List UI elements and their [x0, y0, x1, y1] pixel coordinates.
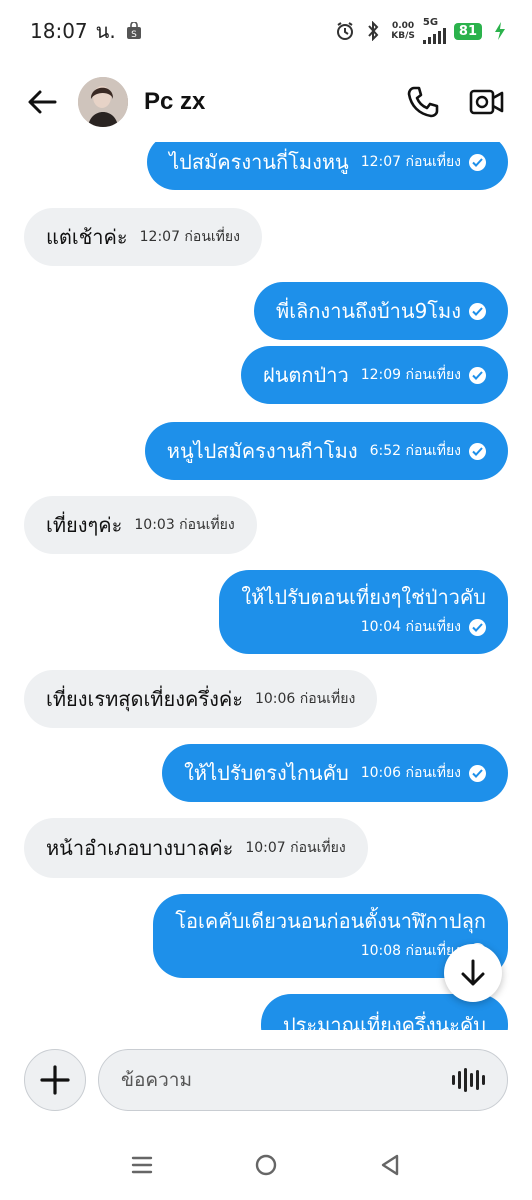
voice-call-button[interactable] [400, 79, 446, 125]
message-text: พี่เลิกงานถึงบ้าน9โมง [276, 299, 461, 323]
video-camera-icon [469, 89, 504, 115]
status-time-suffix: น. [95, 19, 116, 43]
add-attachment-button[interactable] [24, 1049, 86, 1111]
message-incoming[interactable]: เที่ยงเรทสุดเที่ยงครึ่งค่ะ 10:06 ก่อนเที… [24, 670, 378, 728]
signal-strength-icon [422, 28, 446, 44]
status-bar: 18:07 น. S 0.00 KB/S 5G 81 [0, 0, 532, 62]
read-check-icon [469, 442, 486, 460]
arrow-left-icon [28, 90, 57, 114]
message-incoming[interactable]: หน้าอำเภอบางบาลค่ะ 10:07 ก่อนเที่ยง [24, 818, 368, 878]
read-check-icon [469, 764, 486, 782]
message-time: 10:07 ก่อนเที่ยง [245, 840, 346, 856]
status-right: 0.00 KB/S 5G 81 [335, 18, 510, 44]
message-time: 10:04 ก่อนเที่ยง [360, 619, 461, 635]
message-outgoing[interactable]: ไปสมัครงานกี่โมงหนู 12:07 ก่อนเที่ยง [147, 142, 508, 190]
scroll-to-bottom-button[interactable] [444, 944, 502, 1002]
message-text: ให้ไปรับตรงไกนคับ [184, 761, 349, 785]
message-text: โอเคคับเดียวนอนก่อนตั้งนาฬิกาปลุก [175, 909, 486, 933]
message-text: แต่เช้าค่ะ [46, 225, 128, 249]
message-time: 12:07 ก่อนเที่ยง [360, 154, 461, 170]
avatar[interactable] [78, 77, 128, 127]
home-button[interactable] [246, 1145, 286, 1185]
svg-text:S: S [131, 30, 137, 40]
chat-header: Pc zx [0, 62, 532, 142]
message-text: ไปสมัครงานกี่โมงหนู [169, 150, 349, 174]
phone-icon [407, 86, 439, 118]
message-meta: 10:04 ก่อนเที่ยง [361, 614, 486, 640]
shopping-bag-icon: S [124, 21, 144, 41]
contact-name[interactable]: Pc zx [144, 88, 382, 116]
message-time: 12:07 ก่อนเที่ยง [139, 229, 240, 245]
message-outgoing[interactable]: หนูไปสมัครงานกีาโมง 6:52 ก่อนเที่ยง [144, 422, 508, 480]
message-incoming[interactable]: แต่เช้าค่ะ 12:07 ก่อนเที่ยง [24, 208, 262, 266]
charging-icon [490, 21, 510, 41]
arrow-down-icon [461, 959, 485, 986]
alarm-icon [335, 21, 355, 41]
message-outgoing[interactable]: ให้ไปรับตอนเที่ยงๆใช่ป่าวคับ 10:04 ก่อนเ… [219, 570, 508, 654]
status-left: 18:07 น. S [30, 15, 144, 47]
message-text: หน้าอำเภอบางบาลค่ะ [46, 836, 234, 860]
read-check-icon [469, 618, 486, 636]
home-circle-icon [255, 1154, 277, 1176]
bluetooth-icon [363, 21, 383, 41]
message-text: ฝนตกป่าว [263, 363, 349, 387]
read-check-icon [469, 302, 486, 320]
message-outgoing[interactable]: ฝนตกป่าว 12:09 ก่อนเที่ยง [241, 346, 508, 404]
back-triangle-icon [381, 1154, 399, 1176]
message-incoming[interactable]: เที่ยงๆค่ะ 10:03 ก่อนเที่ยง [24, 496, 257, 554]
network-speed-value: 0.00 [391, 21, 415, 31]
message-composer [0, 1030, 532, 1130]
message-time: 10:06 ก่อนเที่ยง [360, 765, 461, 781]
message-input-container [98, 1049, 508, 1111]
message-time: 6:52 ก่อนเที่ยง [369, 443, 461, 459]
plus-icon [40, 1065, 70, 1095]
battery-level: 81 [453, 22, 482, 40]
network-type: 5G [422, 17, 439, 28]
network-indicator: 5G [422, 17, 446, 44]
network-speed-unit: KB/S [391, 31, 415, 41]
network-speed: 0.00 KB/S [391, 21, 415, 41]
read-check-icon [469, 153, 486, 171]
message-text: หนูไปสมัครงานกีาโมง [166, 439, 358, 463]
message-text: ประมาณเที่ยงครึ่งนะคับ [282, 1013, 486, 1030]
message-outgoing[interactable]: พี่เลิกงานถึงบ้าน9โมง [254, 282, 508, 340]
recent-apps-button[interactable] [122, 1145, 162, 1185]
back-nav-button[interactable] [370, 1145, 410, 1185]
message-time: 10:06 ก่อนเที่ยง [254, 691, 356, 707]
back-button[interactable] [22, 82, 62, 122]
message-list[interactable]: ไปสมัครงานกี่โมงหนู 12:07 ก่อนเที่ยง แต่… [0, 142, 532, 1030]
video-call-button[interactable] [464, 79, 510, 125]
message-time: 10:03 ก่อนเที่ยง [134, 517, 235, 533]
message-text: เที่ยงๆค่ะ [46, 513, 123, 537]
message-outgoing[interactable]: ให้ไปรับตรงไกนคับ 10:06 ก่อนเที่ยง [162, 744, 508, 802]
menu-lines-icon [131, 1156, 153, 1174]
message-input[interactable] [121, 1069, 452, 1091]
status-time: 18:07 [30, 19, 88, 43]
message-text: ให้ไปรับตอนเที่ยงๆใช่ป่าวคับ [241, 585, 486, 609]
system-navigation-bar [0, 1130, 532, 1200]
message-time: 12:09 ก่อนเที่ยง [360, 367, 461, 383]
read-check-icon [469, 366, 486, 384]
voice-wave-icon[interactable] [452, 1068, 485, 1092]
message-text: เที่ยงเรทสุดเที่ยงครึ่งค่ะ [46, 687, 243, 711]
